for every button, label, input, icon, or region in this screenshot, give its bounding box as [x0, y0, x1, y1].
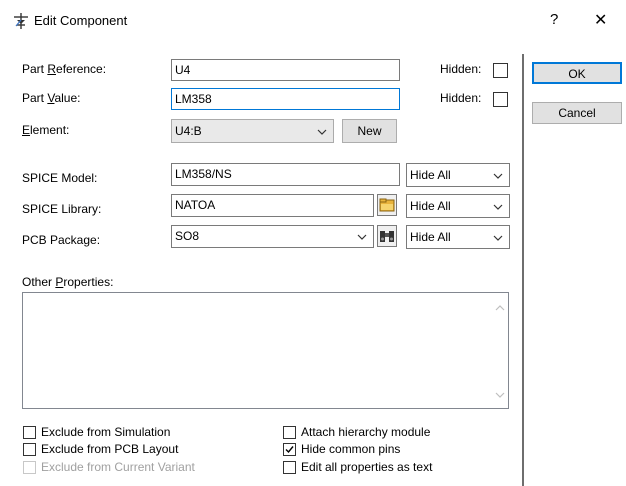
browse-library-button[interactable] — [377, 194, 397, 216]
scroll-down-icon — [495, 392, 505, 398]
scroll-up-icon — [495, 305, 505, 311]
vertical-divider — [522, 54, 524, 486]
part-value-hidden-label: Hidden: — [440, 91, 482, 105]
pcb-package-label: PCB Package: — [22, 233, 101, 247]
other-properties-textarea[interactable] — [22, 292, 509, 409]
exclude-variant-label: Exclude from Current Variant — [41, 460, 195, 474]
checkmark-icon — [285, 446, 294, 454]
cancel-button[interactable]: Cancel — [532, 102, 622, 124]
spice-library-input[interactable]: NATOA — [171, 194, 374, 217]
spice-model-label: SPICE Model: — [22, 171, 98, 185]
hide-common-pins-label: Hide common pins — [301, 442, 401, 456]
help-button[interactable]: ? — [550, 11, 558, 28]
attach-hierarchy-label: Attach hierarchy module — [301, 425, 431, 439]
title-bar: Edit Component ? ✕ — [0, 0, 626, 40]
window-title: Edit Component — [34, 13, 128, 28]
part-reference-label: Part Reference: — [22, 62, 107, 76]
part-value-label: Part Value: — [22, 91, 81, 105]
attach-hierarchy-checkbox[interactable] — [283, 426, 296, 439]
exclude-simulation-checkbox[interactable] — [23, 426, 36, 439]
exclude-pcb-checkbox[interactable] — [23, 443, 36, 456]
folder-icon — [379, 198, 395, 212]
part-value-hidden-checkbox[interactable] — [493, 92, 508, 107]
edit-as-text-checkbox[interactable] — [283, 461, 296, 474]
close-button[interactable]: ✕ — [594, 10, 607, 30]
part-reference-hidden-checkbox[interactable] — [493, 63, 508, 78]
binoculars-icon — [380, 231, 394, 242]
textarea-scrollbar[interactable] — [491, 293, 508, 408]
browse-package-button[interactable] — [377, 225, 397, 247]
component-icon — [12, 12, 30, 30]
exclude-simulation-label: Exclude from Simulation — [41, 425, 171, 439]
new-element-button[interactable]: New — [342, 119, 397, 143]
pcb-package-visibility-select[interactable]: Hide All — [406, 225, 510, 249]
element-select[interactable]: U4:B — [171, 119, 334, 143]
exclude-pcb-label: Exclude from PCB Layout — [41, 442, 179, 456]
spice-library-visibility-select[interactable]: Hide All — [406, 194, 510, 218]
pcb-package-select[interactable]: SO8 — [171, 225, 374, 248]
chevron-down-icon — [357, 234, 367, 240]
ok-button[interactable]: OK — [532, 62, 622, 84]
part-reference-input[interactable]: U4 — [171, 59, 400, 81]
chevron-down-icon — [493, 173, 503, 179]
other-properties-label: Other Properties: — [22, 275, 114, 289]
chevron-down-icon — [317, 129, 327, 135]
spice-library-label: SPICE Library: — [22, 202, 102, 216]
part-reference-hidden-label: Hidden: — [440, 62, 482, 76]
element-label: Element: — [22, 123, 70, 137]
chevron-down-icon — [493, 235, 503, 241]
exclude-variant-checkbox — [23, 461, 36, 474]
hide-common-pins-checkbox[interactable] — [283, 443, 296, 456]
spice-model-visibility-select[interactable]: Hide All — [406, 163, 510, 187]
part-value-input[interactable]: LM358 — [171, 88, 400, 110]
chevron-down-icon — [493, 204, 503, 210]
edit-as-text-label: Edit all properties as text — [301, 460, 433, 474]
spice-model-input[interactable]: LM358/NS — [171, 163, 400, 186]
